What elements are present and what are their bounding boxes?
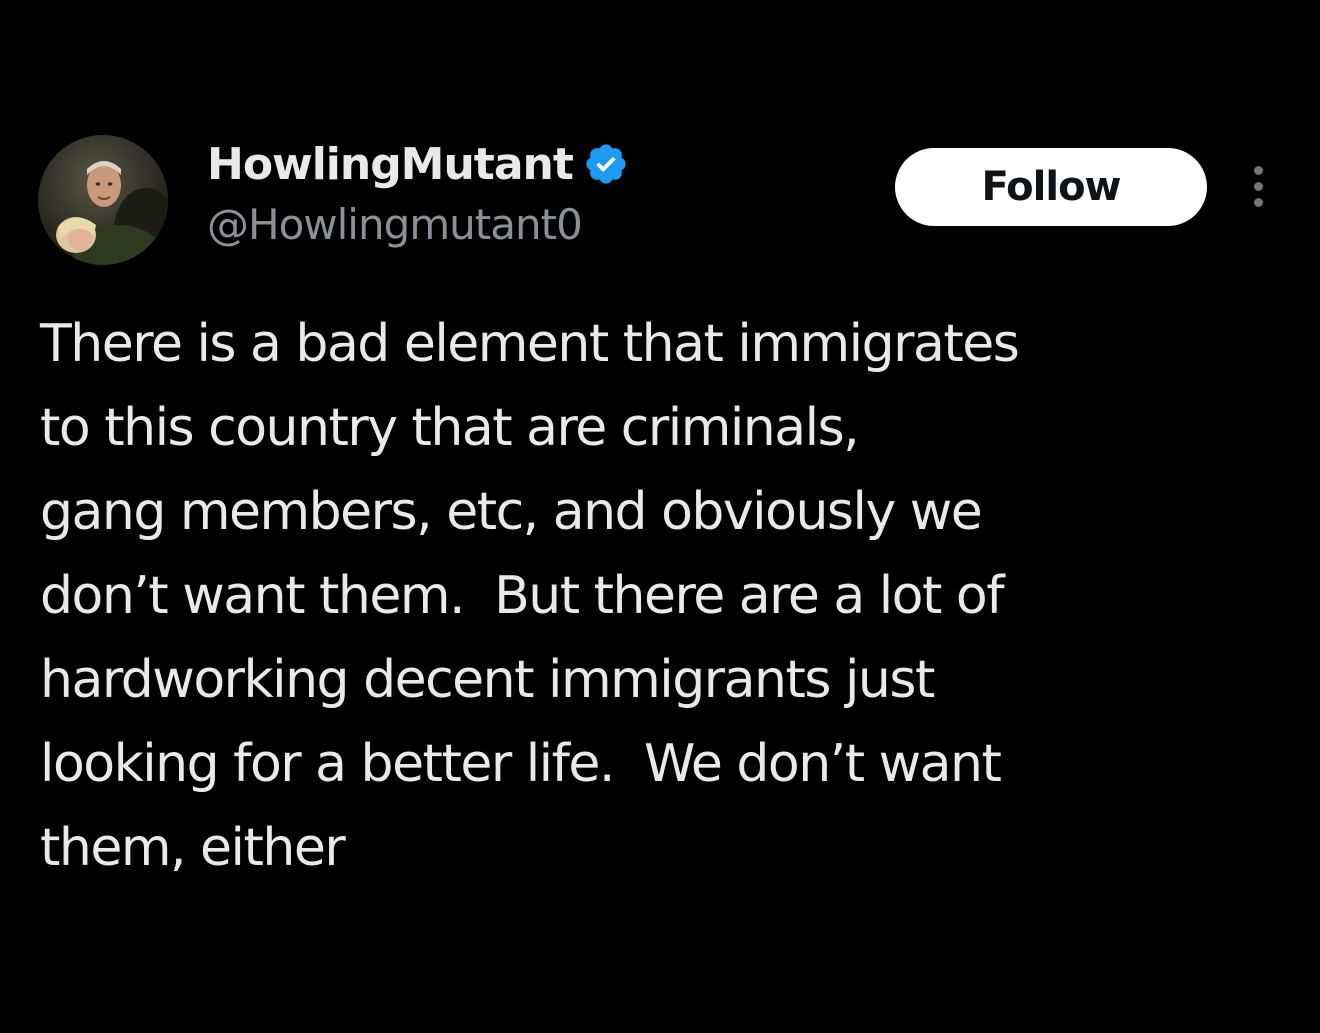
- profile-photo-icon: [38, 135, 168, 265]
- more-dot: [1254, 166, 1263, 175]
- tweet-text-line: them, either: [40, 818, 346, 878]
- tweet-text-line: looking for a better life. We don’t want: [40, 734, 1002, 794]
- more-dot: [1254, 182, 1263, 191]
- tweet-text-line: hardworking decent immigrants just: [40, 650, 935, 710]
- more-options-icon[interactable]: [1242, 160, 1276, 214]
- tweet-text-line: gang members, etc, and obviously we: [40, 482, 983, 542]
- tweet-text-line: to this country that are criminals,: [40, 398, 860, 458]
- display-name[interactable]: HowlingMutant: [207, 139, 574, 190]
- tweet-text-line: don’t want them. But there are a lot of: [40, 566, 1005, 626]
- tweet-card: HowlingMutant @Howlingmutant0 Follow The…: [0, 0, 1320, 1033]
- follow-button[interactable]: Follow: [895, 148, 1207, 226]
- more-dot: [1254, 198, 1263, 207]
- tweet-text-line: There is a bad element that immigrates: [40, 314, 1020, 374]
- author-handle[interactable]: @Howlingmutant0: [207, 200, 583, 249]
- display-name-row: HowlingMutant: [207, 132, 629, 196]
- author-avatar[interactable]: [38, 135, 168, 265]
- tweet-text: There is a bad element that immigrates t…: [40, 302, 1290, 902]
- verified-badge-icon[interactable]: [583, 141, 629, 187]
- author-info: HowlingMutant @Howlingmutant0: [207, 132, 847, 272]
